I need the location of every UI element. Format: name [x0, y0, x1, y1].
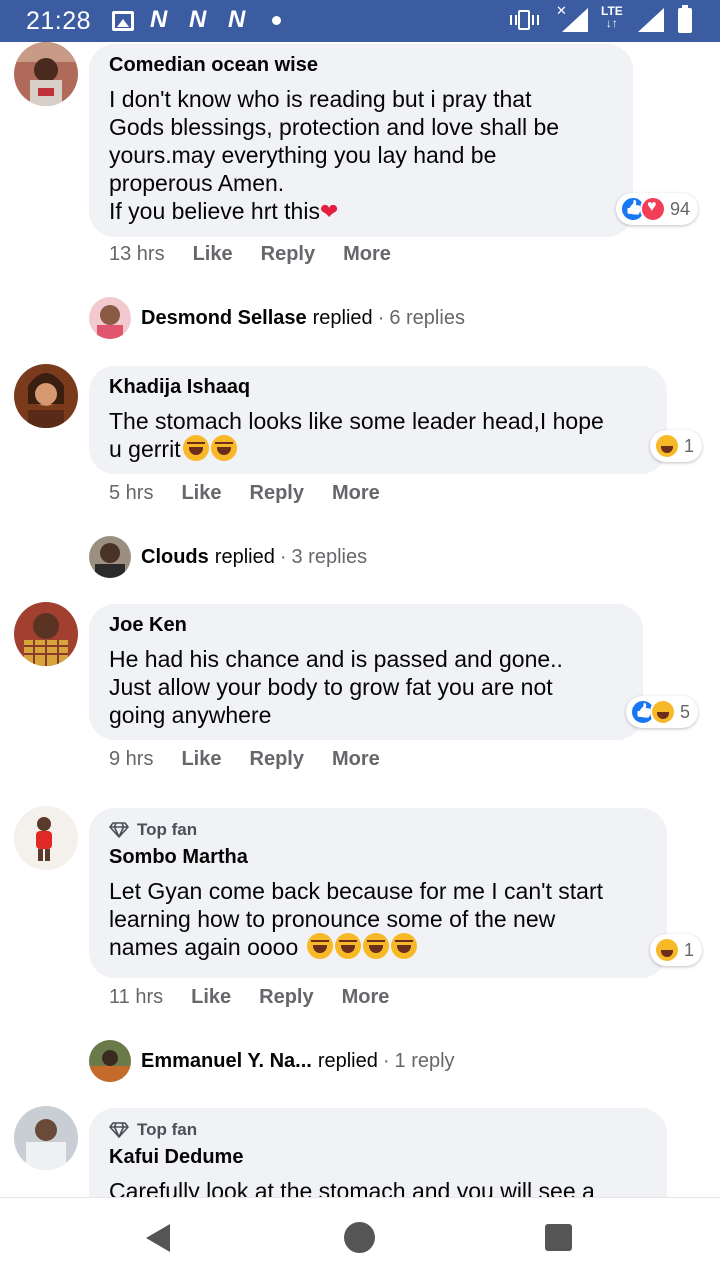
laughing-emoji-icon — [306, 933, 333, 959]
view-replies[interactable]: Desmond Sellase replied · 6 replies — [89, 297, 465, 339]
comment-time[interactable]: 9 hrs — [109, 748, 153, 771]
comment-actions: 5 hrs Like Reply More — [109, 482, 408, 505]
haha-reaction-icon — [650, 699, 676, 725]
reply-button[interactable]: Reply — [250, 748, 304, 771]
laughing-emoji-icon — [182, 435, 209, 461]
view-replies[interactable]: Clouds replied · 3 replies — [89, 536, 367, 578]
reply-author: Clouds — [141, 545, 209, 568]
signal-icon — [562, 8, 588, 32]
gallery-icon — [112, 11, 134, 31]
comment-author[interactable]: Joe Ken — [109, 614, 623, 637]
avatar[interactable] — [14, 602, 78, 666]
comment-actions: 9 hrs Like Reply More — [109, 748, 408, 771]
comments-feed[interactable]: Comedian ocean wise I don't know who is … — [0, 42, 720, 1197]
reply-count: 1 reply — [394, 1049, 455, 1072]
laughing-emoji-icon — [390, 933, 417, 959]
comment-time[interactable]: 13 hrs — [109, 243, 165, 266]
comment-text: The stomach looks like some leader head,… — [109, 408, 604, 462]
heart-emoji-icon: ❤ — [319, 199, 339, 224]
reply-button[interactable]: Reply — [250, 482, 304, 505]
like-button[interactable]: Like — [181, 748, 221, 771]
reaction-summary[interactable]: 1 — [650, 430, 703, 462]
comment-text: Carefully look at the stomach and you wi… — [109, 1178, 595, 1197]
reaction-summary[interactable]: 1 — [650, 934, 703, 966]
reply-author: Emmanuel Y. Na... — [141, 1049, 312, 1072]
reaction-summary[interactable]: 94 — [616, 193, 699, 225]
vibrate-icon — [510, 10, 539, 30]
haha-reaction-icon — [654, 937, 680, 963]
reaction-summary[interactable]: 5 — [626, 696, 699, 728]
comment-author[interactable]: Sombo Martha — [109, 846, 647, 869]
reply-author: Desmond Sellase — [141, 306, 307, 329]
reaction-count: 1 — [684, 939, 695, 960]
avatar — [89, 1040, 131, 1082]
love-reaction-icon — [640, 196, 666, 222]
status-bar: 21:28 N N N ✕ LTE ↓↑ — [0, 0, 720, 42]
reply-count: 3 replies — [291, 545, 368, 568]
battery-icon — [678, 5, 692, 33]
top-fan-badge: Top fan — [109, 820, 647, 840]
reply-button[interactable]: Reply — [261, 243, 315, 266]
laughing-emoji-icon — [334, 933, 361, 959]
laughing-emoji-icon — [210, 435, 237, 461]
home-icon[interactable] — [344, 1222, 375, 1253]
recent-apps-icon[interactable] — [545, 1224, 572, 1251]
avatar[interactable] — [14, 1106, 78, 1170]
avatar — [89, 536, 131, 578]
more-button[interactable]: More — [343, 243, 391, 266]
comment-bubble[interactable]: Joe Ken He had his chance and is passed … — [89, 604, 643, 740]
comment-text: Let Gyan come back because for me I can'… — [109, 878, 604, 960]
diamond-icon — [109, 822, 129, 838]
like-button[interactable]: Like — [193, 243, 233, 266]
navigation-bar — [0, 1197, 720, 1280]
view-replies[interactable]: Emmanuel Y. Na... replied · 1 reply — [89, 1040, 455, 1082]
diamond-icon — [109, 1122, 129, 1138]
avatar[interactable] — [14, 364, 78, 428]
comment-bubble[interactable]: Khadija Ishaaq The stomach looks like so… — [89, 366, 667, 474]
comment-bubble[interactable]: Top fan Kafui Dedume Carefully look at t… — [89, 1108, 667, 1197]
comment-actions: 13 hrs Like Reply More — [109, 243, 419, 266]
laughing-emoji-icon — [362, 933, 389, 959]
haha-reaction-icon — [654, 433, 680, 459]
notification-n-icon: N — [228, 6, 246, 33]
more-notifications-icon — [272, 16, 281, 25]
comment-bubble[interactable]: Comedian ocean wise I don't know who is … — [89, 44, 633, 237]
comment-author[interactable]: Comedian ocean wise — [109, 54, 613, 77]
like-button[interactable]: Like — [181, 482, 221, 505]
comment-text: He had his chance and is passed and gone… — [109, 646, 563, 728]
more-button[interactable]: More — [332, 482, 380, 505]
comment-time[interactable]: 5 hrs — [109, 482, 153, 505]
avatar[interactable] — [14, 42, 78, 106]
reaction-count: 1 — [684, 435, 695, 456]
notification-n-icon: N — [189, 6, 207, 33]
comment-author[interactable]: Kafui Dedume — [109, 1146, 647, 1169]
reply-button[interactable]: Reply — [259, 986, 313, 1009]
avatar[interactable] — [14, 806, 78, 870]
back-icon[interactable] — [146, 1224, 170, 1252]
comment-author[interactable]: Khadija Ishaaq — [109, 376, 647, 399]
reply-count: 6 replies — [389, 306, 465, 329]
signal-icon — [638, 8, 664, 32]
status-time: 21:28 — [26, 7, 92, 35]
avatar — [89, 297, 131, 339]
lte-icon: LTE ↓↑ — [601, 4, 623, 30]
like-button[interactable]: Like — [191, 986, 231, 1009]
notification-n-icon: N — [150, 6, 168, 33]
comment-actions: 11 hrs Like Reply More — [109, 986, 417, 1009]
comment-time[interactable]: 11 hrs — [109, 986, 163, 1009]
comment-bubble[interactable]: Top fan Sombo Martha Let Gyan come back … — [89, 808, 667, 978]
more-button[interactable]: More — [342, 986, 390, 1009]
reaction-count: 94 — [670, 198, 691, 219]
top-fan-badge: Top fan — [109, 1120, 647, 1140]
comment-text: I don't know who is reading but i pray t… — [109, 86, 560, 224]
more-button[interactable]: More — [332, 748, 380, 771]
reaction-count: 5 — [680, 701, 691, 722]
